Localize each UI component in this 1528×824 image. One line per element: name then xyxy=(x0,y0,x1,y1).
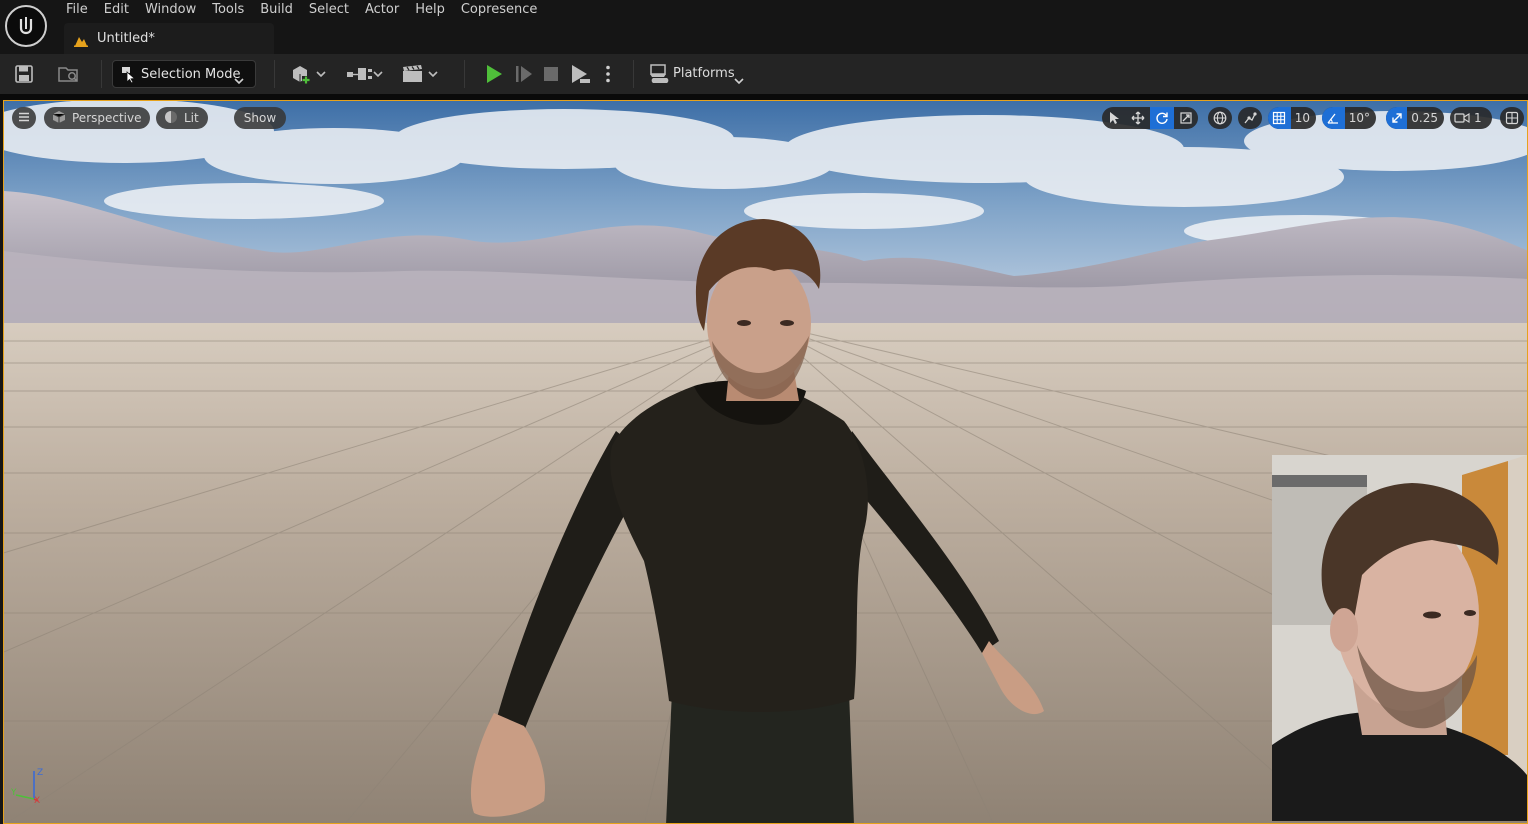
cinematics-icon[interactable] xyxy=(402,63,440,85)
grid-snap-icon xyxy=(1268,107,1291,129)
camera-speed-icon xyxy=(1450,107,1474,129)
save-icon[interactable] xyxy=(14,63,34,85)
level-icon xyxy=(74,32,88,51)
lit-view-mode-button[interactable]: Lit xyxy=(156,107,208,129)
eject-icon[interactable] xyxy=(569,63,591,85)
chevron-down-icon xyxy=(734,70,744,89)
menu-edit[interactable]: Edit xyxy=(96,0,137,20)
transform-mode-group xyxy=(1102,107,1198,129)
show-label: Show xyxy=(243,111,277,125)
axis-z-label: Z xyxy=(37,768,43,778)
play-icon[interactable] xyxy=(484,63,504,85)
menu-help[interactable]: Help xyxy=(407,0,453,20)
blueprint-icon[interactable] xyxy=(346,63,384,85)
level-viewport[interactable]: Perspective Lit Show 10 10° 0.25 1 Z Y X xyxy=(3,100,1528,824)
scale-icon[interactable] xyxy=(1174,107,1198,129)
advance-frame-icon[interactable] xyxy=(514,63,534,85)
menu-file[interactable]: File xyxy=(58,0,96,20)
rotation-snap-value: 10° xyxy=(1348,111,1370,125)
angle-snap-icon xyxy=(1322,107,1345,129)
surface-snapping-toggle[interactable] xyxy=(1238,107,1262,129)
camera-speed-value: 1 xyxy=(1474,111,1482,125)
grid-snap-value: 10 xyxy=(1294,111,1310,125)
content-browser-icon[interactable] xyxy=(58,63,80,85)
surface-snap-icon xyxy=(1238,107,1262,129)
camera-speed-group[interactable]: 1 xyxy=(1450,107,1492,129)
scale-snap-group[interactable]: 0.25 xyxy=(1386,107,1444,129)
lit-sphere-icon xyxy=(164,110,178,127)
axis-x-label: X xyxy=(34,796,40,803)
hamburger-menu-icon xyxy=(18,111,30,125)
scale-snap-value: 0.25 xyxy=(1411,111,1438,125)
globe-icon xyxy=(1208,107,1232,129)
unreal-logo-icon[interactable] xyxy=(5,5,47,47)
menu-build[interactable]: Build xyxy=(252,0,301,20)
selection-mode-label: Selection Mode xyxy=(141,67,241,82)
scale-snap-icon xyxy=(1386,107,1408,129)
stop-icon[interactable] xyxy=(542,63,560,85)
menu-copresence[interactable]: Copresence xyxy=(453,0,546,20)
menu-window[interactable]: Window xyxy=(137,0,204,20)
select-arrow-icon[interactable] xyxy=(1102,107,1126,129)
menu-actor[interactable]: Actor xyxy=(357,0,407,20)
lit-label: Lit xyxy=(184,111,199,125)
menu-select[interactable]: Select xyxy=(301,0,357,20)
more-options-icon[interactable] xyxy=(601,63,615,85)
title-bar: File Edit Window Tools Build Select Acto… xyxy=(0,0,1528,54)
add-actor-icon[interactable] xyxy=(290,63,328,85)
menu-tools[interactable]: Tools xyxy=(204,0,252,20)
axis-y-label: Y xyxy=(10,788,17,798)
rotation-snap-group[interactable]: 10° xyxy=(1322,107,1376,129)
chevron-down-icon xyxy=(234,70,244,89)
axis-gizmo: Z Y X xyxy=(10,761,50,807)
main-toolbar: Selection Mode Platforms xyxy=(0,54,1528,94)
selection-mode-dropdown[interactable]: Selection Mode xyxy=(112,60,256,88)
translate-icon[interactable] xyxy=(1126,107,1150,129)
selection-mode-icon xyxy=(120,66,136,87)
perspective-label: Perspective xyxy=(72,111,142,125)
show-flags-button[interactable]: Show xyxy=(234,107,286,129)
platforms-icon xyxy=(649,64,671,88)
perspective-view-button[interactable]: Perspective xyxy=(44,107,150,129)
layout-grid-icon xyxy=(1500,107,1524,129)
platforms-label: Platforms xyxy=(673,66,735,81)
rotate-icon[interactable] xyxy=(1150,107,1174,129)
world-local-toggle[interactable] xyxy=(1208,107,1232,129)
menu-bar: File Edit Window Tools Build Select Acto… xyxy=(58,0,545,20)
level-tab-title: Untitled* xyxy=(97,31,155,46)
viewport-layout-button[interactable] xyxy=(1500,107,1524,129)
cube-icon xyxy=(52,110,66,127)
grid-snap-group[interactable]: 10 xyxy=(1268,107,1316,129)
viewport-options-button[interactable] xyxy=(12,107,36,129)
level-tab[interactable]: Untitled* xyxy=(64,23,274,54)
webcam-feed xyxy=(1272,455,1527,821)
